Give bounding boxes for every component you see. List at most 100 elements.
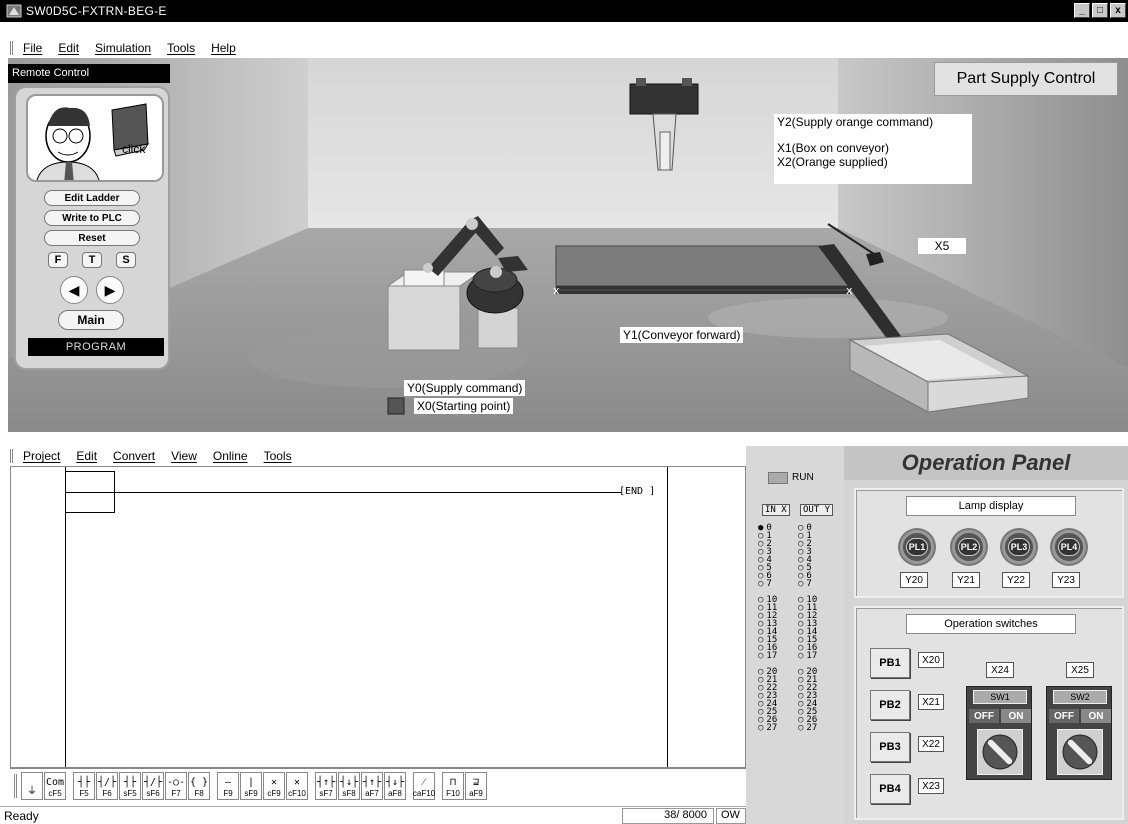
input-number: 7: [766, 579, 772, 589]
simulation-scene[interactable]: x x Part Supply Control Y2(Supply orange…: [8, 58, 1128, 432]
menu-online[interactable]: Online: [213, 449, 248, 463]
sw1-off-label: OFF: [969, 709, 999, 723]
input-number: 17: [766, 651, 778, 661]
toolbar-button-cf10[interactable]: ✕ cF10: [286, 771, 308, 800]
ladder-menubar: Project Edit Convert View Online Tools: [0, 446, 746, 466]
input-x7: ○ 7: [758, 579, 772, 589]
run-lamp: [768, 472, 788, 484]
output-header: OUT Y: [800, 504, 834, 516]
minimize-button[interactable]: _: [1074, 3, 1090, 18]
toolbar-button-f10[interactable]: ⊓ F10: [442, 771, 464, 800]
toolbar-key-label: sF8: [342, 788, 356, 798]
lamp-display-group: Lamp display PL1 PL2 PL3 PL4 Y20 Y21 Y22…: [854, 488, 1124, 598]
toolbar-key-label: F5: [79, 788, 89, 798]
f-button[interactable]: F: [48, 252, 68, 268]
ladder-menubar-grip: [10, 449, 13, 463]
menu-project[interactable]: Project: [23, 449, 60, 463]
menu-tools[interactable]: Tools: [167, 41, 195, 55]
simulator-menubar: File Edit Simulation Tools Help: [0, 38, 1128, 58]
svg-text:x: x: [553, 284, 560, 297]
t-button[interactable]: T: [82, 252, 102, 268]
toolbar-button-caf10[interactable]: ⁄ caF10: [413, 771, 435, 800]
toolbar-button-af7[interactable]: ┤↑├ aF7: [361, 771, 383, 800]
lamp-display-title: Lamp display: [906, 496, 1076, 516]
toolbar-key-label: F8: [194, 788, 204, 798]
lamp-pl1: PL1: [900, 530, 934, 564]
toolbar-button-cf5[interactable]: Com cF5: [44, 771, 66, 800]
menu-ladder-tools[interactable]: Tools: [264, 449, 292, 463]
toolbar-symbol-icon: ┤/├: [97, 776, 117, 788]
left-arrow-button[interactable]: ◀: [60, 276, 88, 304]
input-led-off-icon: ○: [758, 651, 764, 661]
input-x27: ○ 27: [758, 723, 778, 733]
toolbar-symbol-icon: Com: [45, 776, 65, 788]
toolbar-button-af9[interactable]: ⊒ aF9: [465, 771, 487, 800]
right-power-rail: [667, 467, 668, 767]
menu-simulation[interactable]: Simulation: [95, 41, 151, 55]
s-button[interactable]: S: [116, 252, 136, 268]
pb4-addr: X23: [918, 778, 944, 794]
toolbar-button-f6[interactable]: ┤/├ F6: [96, 771, 118, 800]
toolbar-key-label: cF9: [267, 788, 281, 798]
sw2-off-label: OFF: [1049, 709, 1079, 723]
output-number: 27: [806, 723, 818, 733]
toolbar-key-label: F7: [171, 788, 181, 798]
ladder-editor[interactable]: [END ]: [10, 466, 746, 768]
toolbar-symbol-icon: ✕: [270, 776, 278, 788]
toolbar-button-sf5[interactable]: ┤├ sF5: [119, 771, 141, 800]
toolbar-key-label: sF7: [319, 788, 333, 798]
click-character-button[interactable]: click: [26, 94, 164, 182]
close-button[interactable]: x: [1110, 3, 1126, 18]
sw1-on-label: ON: [1001, 709, 1031, 723]
menu-file[interactable]: File: [23, 41, 42, 55]
operation-panel-title: Operation Panel: [844, 446, 1128, 480]
toolbar-symbol-icon: —: [224, 776, 232, 788]
label-y2: Y2(Supply orange command): [777, 115, 934, 129]
toolbar-button-f9[interactable]: — F9: [217, 771, 239, 800]
pb1-button[interactable]: PB1: [870, 648, 910, 678]
toolbar-button-sf9[interactable]: | sF9: [240, 771, 262, 800]
pb2-button[interactable]: PB2: [870, 690, 910, 720]
sw2-selector[interactable]: SW2 OFF ON: [1046, 686, 1112, 780]
toolbar-button-f8[interactable]: { } F8: [188, 771, 210, 800]
restore-button[interactable]: □: [1092, 3, 1108, 18]
ladder-toolbar: ⏚ Com cF5 ┤├ F5 ┤/├ F6 ┤├ sF5 ┤/├ sF6 -○- F7{ } F8— F9…: [10, 768, 746, 802]
toolbar-symbol-icon: { }: [189, 776, 209, 788]
toolbar-button-sf6[interactable]: ┤/├ sF6: [142, 771, 164, 800]
right-arrow-button[interactable]: ▶: [96, 276, 124, 304]
toolbar-button-cf9[interactable]: ✕ cF9: [263, 771, 285, 800]
menu-help[interactable]: Help: [211, 41, 236, 55]
toolbar-symbol-icon: -○-: [166, 776, 186, 788]
output-led-off-icon: ○: [798, 651, 804, 661]
write-to-plc-button[interactable]: Write to PLC: [44, 210, 140, 226]
edit-ladder-button[interactable]: Edit Ladder: [44, 190, 140, 206]
toolbar-button-af8[interactable]: ┤↓├ aF8: [384, 771, 406, 800]
menu-convert[interactable]: Convert: [113, 449, 155, 463]
toolbar-button-ladder-mode[interactable]: ⏚: [21, 771, 43, 800]
sw1-knob-icon[interactable]: [977, 729, 1023, 775]
pb4-button[interactable]: PB4: [870, 774, 910, 804]
reset-button[interactable]: Reset: [44, 230, 140, 246]
toolbar-button-sf8[interactable]: ┤↓├ sF8: [338, 771, 360, 800]
toolbar-symbol-icon: ⊒: [472, 776, 480, 788]
sw1-selector[interactable]: SW1 OFF ON: [966, 686, 1032, 780]
main-button[interactable]: Main: [58, 310, 124, 330]
menu-view[interactable]: View: [171, 449, 197, 463]
menu-ladder-edit[interactable]: Edit: [76, 449, 97, 463]
input-number: 27: [766, 723, 778, 733]
toolbar-symbol-icon: ┤↑├: [362, 776, 382, 788]
toolbar-button-sf7[interactable]: ┤↑├ sF7: [315, 771, 337, 800]
toolbar-symbol-icon: |: [247, 776, 255, 788]
lamp-pl4: PL4: [1052, 530, 1086, 564]
label-box-y2: Y2(Supply orange command) X1(Box on conv…: [774, 114, 972, 184]
toolbar-key-label: F9: [223, 788, 233, 798]
menu-edit[interactable]: Edit: [58, 41, 79, 55]
toolbar-button-f7[interactable]: -○- F7: [165, 771, 187, 800]
pb3-button[interactable]: PB3: [870, 732, 910, 762]
toolbar-button-f5[interactable]: ┤├ F5: [73, 771, 95, 800]
lamp-addr-y23: Y23: [1052, 572, 1080, 588]
input-x17: ○ 17: [758, 651, 778, 661]
menubar-grip: [10, 41, 13, 55]
sw2-knob-icon[interactable]: [1057, 729, 1103, 775]
output-y27: ○ 27: [798, 723, 818, 733]
